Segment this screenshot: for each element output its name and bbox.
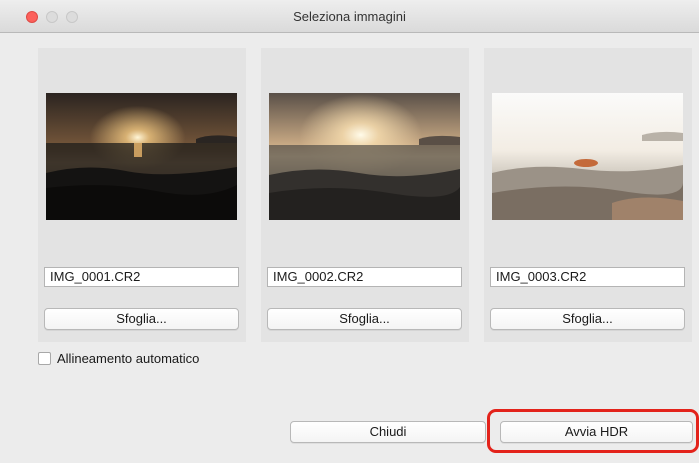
image-slot-1: IMG_0001.CR2 Sfoglia... (38, 48, 246, 342)
start-hdr-button[interactable]: Avvia HDR (500, 421, 693, 443)
title-bar: Seleziona immagini (0, 0, 699, 33)
window-title: Seleziona immagini (293, 9, 406, 24)
browse-button-2[interactable]: Sfoglia... (267, 308, 462, 330)
image-slot-3: IMG_0003.CR2 Sfoglia... (484, 48, 692, 342)
browse-button-3[interactable]: Sfoglia... (490, 308, 685, 330)
image-thumbnail-1[interactable] (46, 93, 237, 220)
image-thumbnail-2[interactable] (269, 93, 460, 220)
filename-field-1[interactable]: IMG_0001.CR2 (44, 267, 239, 287)
close-button[interactable]: Chiudi (290, 421, 486, 443)
filename-field-2[interactable]: IMG_0002.CR2 (267, 267, 462, 287)
browse-button-1[interactable]: Sfoglia... (44, 308, 239, 330)
image-slot-2: IMG_0002.CR2 Sfoglia... (261, 48, 469, 342)
filename-field-3[interactable]: IMG_0003.CR2 (490, 267, 685, 287)
image-thumbnail-3[interactable] (492, 93, 683, 220)
auto-align-label: Allineamento automatico (57, 351, 200, 366)
auto-align-checkbox[interactable] (38, 352, 51, 365)
